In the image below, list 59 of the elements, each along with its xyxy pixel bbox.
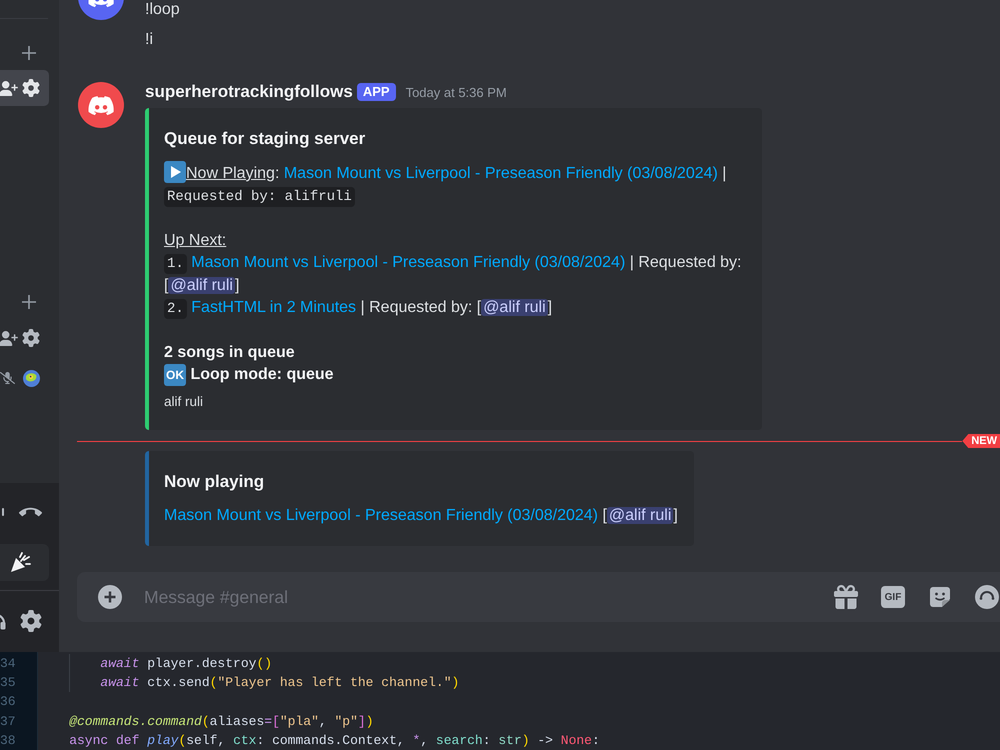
- party-popper-icon: [9, 552, 31, 574]
- new-marker: NEW: [962, 434, 1000, 448]
- message-text: !i: [145, 30, 153, 50]
- person-plus-icon[interactable]: [0, 330, 18, 346]
- up-next-heading: Up Next:: [164, 231, 228, 251]
- settings-icon[interactable]: [22, 79, 40, 97]
- embed-title: Queue for staging server: [164, 128, 366, 150]
- message-input[interactable]: Message #general: [144, 585, 814, 609]
- line-number: 38: [0, 732, 17, 750]
- settings-icon[interactable]: [22, 329, 40, 347]
- now-playing-text: Mason Mount vs Liverpool - Preseason Friendly (03/08/2024) [@alif ruli]: [164, 506, 678, 526]
- sticker-icon[interactable]: [928, 585, 952, 609]
- line-number: 34: [0, 655, 17, 673]
- line-number: 37: [0, 712, 17, 731]
- code-line: await player.destroy(): [100, 655, 272, 673]
- person-plus-icon[interactable]: [0, 80, 18, 96]
- author-name[interactable]: superherotrackingfollows: [145, 81, 353, 103]
- app-tag: APP: [356, 83, 396, 101]
- user-mention[interactable]: @alif ruli: [168, 277, 235, 294]
- now-playing-text: Now Playing: Mason Mount vs Liverpool - Preseason Friendly (03/08/2024) | Requested by: alifruli: [164, 161, 746, 208]
- channel-row[interactable]: [0, 70, 49, 106]
- queue-number: 1.: [164, 254, 187, 274]
- requested-by-code: Requested by: alifruli: [164, 187, 355, 207]
- queue-summary: 2 songs in queue: [164, 343, 296, 363]
- code-line: await ctx.send("Player has left the channel."): [100, 674, 460, 692]
- user-mention[interactable]: @alif ruli: [606, 507, 674, 524]
- ok-emoji: OK: [164, 364, 186, 386]
- code-line: @commands.command(aliases=["pla", "p"]): [69, 712, 374, 731]
- headphones-icon[interactable]: [0, 612, 6, 630]
- avatar-icon[interactable]: [78, 0, 124, 20]
- muted-microphone-icon: [0, 372, 15, 384]
- user-mention[interactable]: @alif ruli: [481, 299, 548, 316]
- queue-item-text: 2. FastHTML in 2 Minutes | Requested by: [@alif ruli]: [164, 297, 746, 320]
- line-number: 36: [0, 693, 17, 712]
- message-text: !loop: [145, 0, 180, 20]
- avatar-icon[interactable]: [78, 82, 124, 128]
- plus-circle-icon[interactable]: [98, 585, 122, 609]
- message-timestamp: Today at 5:36 PM: [406, 84, 507, 100]
- activity-button[interactable]: [0, 544, 49, 581]
- plus-icon[interactable]: [22, 295, 36, 309]
- message-composer[interactable]: Message #general GIF: [77, 572, 1000, 622]
- line-number: 35: [0, 674, 17, 692]
- queue-number: 2.: [164, 299, 187, 319]
- emoji-icon[interactable]: [975, 585, 999, 609]
- avatar-icon: [23, 370, 40, 386]
- loop-mode-text: OK Loop mode: queue: [164, 364, 746, 386]
- embed-title: Now playing: [164, 471, 266, 493]
- track-link[interactable]: Mason Mount vs Liverpool - Preseason Friendly (03/08/2024): [284, 165, 718, 182]
- gif-button[interactable]: GIF: [881, 586, 905, 608]
- gift-icon[interactable]: [834, 585, 858, 609]
- plus-icon[interactable]: [22, 46, 36, 60]
- embed-footer: alif ruli: [164, 394, 746, 410]
- code-line: async def play(self, ctx: commands.Context, *, search: str) -> None:: [69, 732, 600, 750]
- track-link[interactable]: Mason Mount vs Liverpool - Preseason Friendly (03/08/2024): [191, 254, 626, 271]
- settings-icon[interactable]: [20, 610, 42, 632]
- track-link[interactable]: FastHTML in 2 Minutes: [191, 299, 356, 316]
- track-link[interactable]: Mason Mount vs Liverpool - Preseason Friendly (03/08/2024): [164, 507, 598, 524]
- play-icon: [164, 161, 186, 183]
- queue-item-text: 1. Mason Mount vs Liverpool - Preseason Friendly (03/08/2024) | Requested by: [@alif ruli]: [164, 253, 742, 296]
